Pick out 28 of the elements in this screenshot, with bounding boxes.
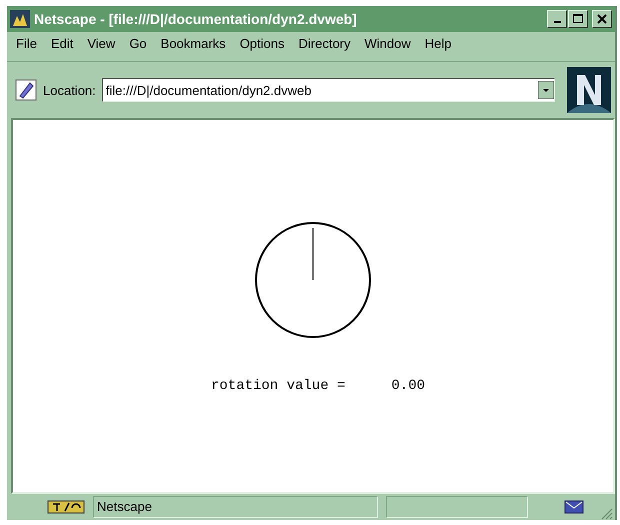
location-field[interactable]: file:///D|/documentation/dyn2.dvweb — [102, 78, 555, 102]
logo-icon — [567, 67, 611, 113]
close-button[interactable] — [592, 10, 612, 28]
location-label: Location: — [43, 82, 96, 98]
menu-item[interactable]: Help — [418, 36, 459, 51]
menu-item[interactable]: View — [80, 36, 122, 51]
menu-item[interactable]: File — [9, 36, 44, 51]
menu-item[interactable]: Window — [358, 36, 418, 51]
close-icon — [597, 14, 607, 24]
dropdown-button[interactable] — [538, 81, 554, 99]
mail-icon[interactable] — [564, 500, 584, 514]
rotation-label: rotation value = — [210, 378, 346, 394]
menu-item[interactable]: Directory — [292, 36, 358, 51]
maximize-icon — [573, 14, 583, 24]
rotation-value: 0.00 — [391, 378, 426, 394]
maximize-button[interactable] — [568, 10, 588, 28]
status-text: Netscape — [93, 496, 378, 518]
bookmark-icon[interactable] — [15, 79, 37, 101]
app-icon — [10, 10, 30, 28]
minimize-button[interactable] — [547, 10, 567, 28]
menu-item[interactable]: Options — [232, 36, 292, 51]
menu-item[interactable]: Bookmarks — [154, 36, 233, 51]
menu-item[interactable]: Go — [122, 36, 154, 51]
security-icon — [47, 499, 85, 515]
menu-item[interactable]: Edit — [44, 36, 80, 51]
resize-grip-icon[interactable] — [599, 506, 613, 520]
minimize-icon — [554, 21, 560, 23]
window-title: Netscape - [file:///D|/documentation/dyn2.dvweb] — [34, 11, 358, 27]
